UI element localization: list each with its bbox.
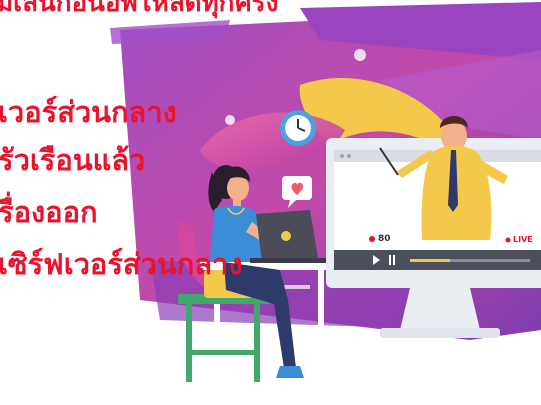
clock-icon (280, 110, 316, 146)
caption-line-2: รัวเรือนแล้ว (0, 143, 146, 177)
live-badge (505, 237, 511, 243)
thumbnail-image: 80 LIVE มเล่นก่อนอัพโหลดทุกครั้ง เวอร์ส่… (0, 0, 541, 405)
caption-line-4: เซิร์ฟเวอร์ส่วนกลาง (0, 247, 243, 281)
viewer-count (369, 236, 375, 242)
caption-top: มเล่นก่อนอัพโหลดทุกครั้ง (0, 0, 279, 18)
caption-line-1: เวอร์ส่วนกลาง (0, 95, 177, 129)
live-label: LIVE (513, 235, 533, 244)
caption-line-3: รื่องออก (0, 195, 98, 229)
viewer-count-label: 80 (378, 234, 391, 244)
